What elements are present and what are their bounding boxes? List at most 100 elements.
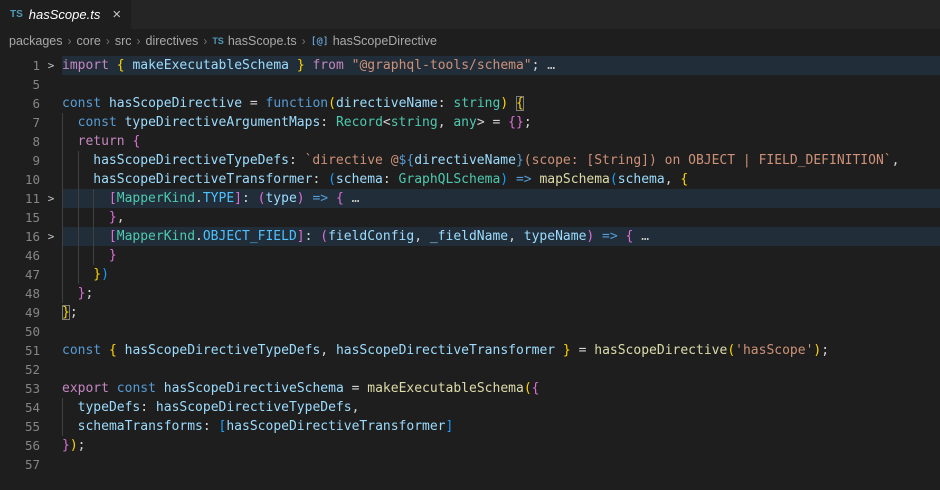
line-number[interactable]: 50 — [0, 322, 40, 341]
code-token: {} — [508, 115, 524, 130]
breadcrumb-separator-icon: › — [106, 34, 110, 48]
breadcrumb-item-core[interactable]: core — [77, 34, 101, 48]
code-token: … — [344, 191, 360, 206]
line-content — [62, 322, 940, 341]
fold-column — [40, 246, 62, 265]
code-token: type — [265, 191, 296, 206]
line-content: const hasScopeDirective = function(direc… — [62, 94, 940, 113]
code-token: } — [62, 438, 70, 453]
code-token: , — [320, 343, 336, 358]
code-token: , — [892, 153, 900, 168]
breadcrumb-item-packages[interactable]: packages — [9, 34, 63, 48]
code-line[interactable]: 7 const typeDirectiveArgumentMaps: Recor… — [0, 113, 940, 132]
fold-chevron-icon[interactable]: > — [40, 189, 62, 208]
code-line[interactable]: 16> [MapperKind.OBJECT_FIELD]: (fieldCon… — [0, 227, 940, 246]
line-number[interactable]: 52 — [0, 360, 40, 379]
tab-hasScope[interactable]: TS hasScope.ts × — [0, 0, 131, 29]
line-number[interactable]: 46 — [0, 246, 40, 265]
code-token: ; — [524, 115, 532, 130]
code-line[interactable]: 57 — [0, 455, 940, 474]
code-line[interactable]: 9 hasScopeDirectiveTypeDefs: `directive … — [0, 151, 940, 170]
code-token: hasScopeDirectiveTypeDefs — [93, 153, 289, 168]
code-line[interactable]: 53export const hasScopeDirectiveSchema =… — [0, 379, 940, 398]
code-line[interactable]: 50 — [0, 322, 940, 341]
line-number[interactable]: 11 — [0, 189, 40, 208]
code-token: : — [312, 172, 328, 187]
line-number[interactable]: 8 — [0, 132, 40, 151]
code-line[interactable]: 15 }, — [0, 208, 940, 227]
line-content — [62, 75, 940, 94]
line-number[interactable]: 55 — [0, 417, 40, 436]
indent-guide — [78, 208, 94, 227]
line-number[interactable]: 51 — [0, 341, 40, 360]
indent-guide — [78, 170, 94, 189]
code-token: { — [516, 96, 524, 111]
line-number[interactable]: 48 — [0, 284, 40, 303]
fold-chevron-icon[interactable]: > — [40, 56, 62, 75]
code-line[interactable]: 54 typeDefs: hasScopeDirectiveTypeDefs, — [0, 398, 940, 417]
code-token: ( — [320, 229, 328, 244]
code-line[interactable]: 1>import { makeExecutableSchema } from "… — [0, 56, 940, 75]
code-token: from — [305, 58, 352, 73]
gutter: 5 — [0, 75, 62, 94]
line-number[interactable]: 47 — [0, 265, 40, 284]
line-number[interactable]: 53 — [0, 379, 40, 398]
code-line[interactable]: 48 }; — [0, 284, 940, 303]
breadcrumb-label: core — [77, 34, 101, 48]
code-token: Record — [336, 115, 383, 130]
code-token: ) — [70, 438, 78, 453]
breadcrumb-item-hasScope-ts[interactable]: TShasScope.ts — [212, 34, 296, 48]
line-number[interactable]: 1 — [0, 56, 40, 75]
breadcrumb-item-src[interactable]: src — [115, 34, 132, 48]
code-token: : — [320, 115, 336, 130]
code-token: : — [242, 191, 258, 206]
gutter: 53 — [0, 379, 62, 398]
indent-guide — [78, 227, 94, 246]
code-line[interactable]: 47 }) — [0, 265, 940, 284]
code-token: ; — [85, 286, 93, 301]
code-line[interactable]: 5 — [0, 75, 940, 94]
gutter: 54 — [0, 398, 62, 417]
line-number[interactable]: 56 — [0, 436, 40, 455]
gutter: 52 — [0, 360, 62, 379]
code-token: { — [532, 381, 540, 396]
code-token: } — [516, 153, 524, 168]
code-line[interactable]: 6 const hasScopeDirective = function(dire… — [0, 94, 940, 113]
line-number[interactable]: 49 — [0, 303, 40, 322]
code-line[interactable]: 8 return { — [0, 132, 940, 151]
fold-chevron-icon[interactable]: > — [40, 227, 62, 246]
gutter: 46 — [0, 246, 62, 265]
code-line[interactable]: 49}; — [0, 303, 940, 322]
gutter: 55 — [0, 417, 62, 436]
code-line[interactable]: 56}); — [0, 436, 940, 455]
code-token: . — [195, 191, 203, 206]
code-editor: 1>import { makeExecutableSchema } from "… — [0, 53, 940, 474]
code-line[interactable]: 52 — [0, 360, 940, 379]
line-number[interactable]: 15 — [0, 208, 40, 227]
code-line[interactable]: 10 hasScopeDirectiveTransformer: (schema… — [0, 170, 940, 189]
code-line[interactable]: 46 } — [0, 246, 940, 265]
breadcrumb-item-directives[interactable]: directives — [146, 34, 199, 48]
gutter: 9 — [0, 151, 62, 170]
line-number[interactable]: 6 — [0, 94, 40, 113]
indent-guide — [62, 151, 78, 170]
code-line[interactable]: 55 schemaTransforms: [hasScopeDirectiveT… — [0, 417, 940, 436]
code-token: const — [62, 343, 109, 358]
code-token: const — [62, 96, 109, 111]
line-number[interactable]: 9 — [0, 151, 40, 170]
line-number[interactable]: 10 — [0, 170, 40, 189]
code-line[interactable]: 11> [MapperKind.TYPE]: (type) => { … — [0, 189, 940, 208]
line-number[interactable]: 57 — [0, 455, 40, 474]
code-token: : — [383, 172, 399, 187]
line-number[interactable]: 16 — [0, 227, 40, 246]
breadcrumb-item-hasScopeDirective[interactable]: [@]hasScopeDirective — [311, 34, 437, 48]
line-number[interactable]: 54 — [0, 398, 40, 417]
close-icon[interactable]: × — [112, 7, 121, 22]
code-token: makeExecutableSchema — [367, 381, 524, 396]
code-line[interactable]: 51const { hasScopeDirectiveTypeDefs, has… — [0, 341, 940, 360]
code-token: , — [438, 115, 454, 130]
line-number[interactable]: 7 — [0, 113, 40, 132]
line-number[interactable]: 5 — [0, 75, 40, 94]
code-token: ; — [70, 305, 78, 320]
code-token: import — [62, 58, 117, 73]
